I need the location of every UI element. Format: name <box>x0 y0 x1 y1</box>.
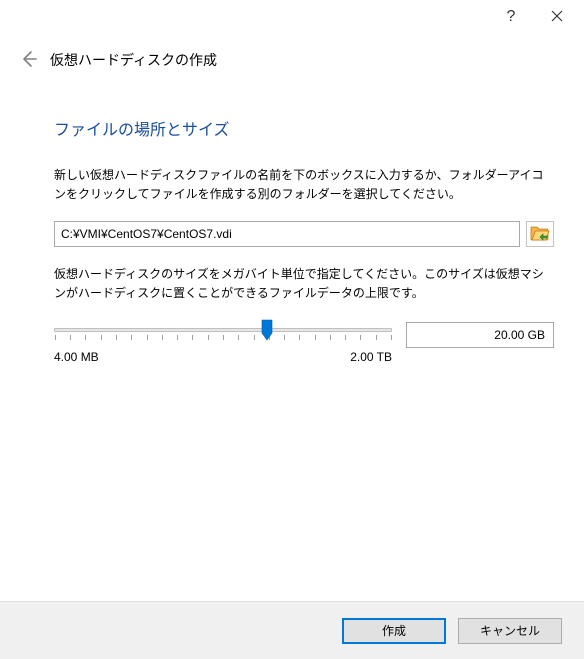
size-slider[interactable]: 4.00 MB 2.00 TB <box>54 320 392 364</box>
file-location-description: 新しい仮想ハードディスクファイルの名前を下のボックスに入力するか、フォルダーアイ… <box>54 166 554 203</box>
slider-thumb[interactable] <box>261 319 273 341</box>
titlebar: ? <box>0 0 584 40</box>
slider-min-label: 4.00 MB <box>54 350 99 364</box>
section-title: ファイルの場所とサイズ <box>54 116 554 140</box>
back-arrow-icon <box>19 50 37 71</box>
page-title: 仮想ハードディスクの作成 <box>50 50 217 70</box>
size-slider-row: 4.00 MB 2.00 TB 20.00 GB <box>54 320 554 364</box>
cancel-button[interactable]: キャンセル <box>458 618 562 644</box>
close-icon <box>551 10 563 25</box>
slider-ticks <box>55 335 391 343</box>
folder-icon <box>530 224 550 245</box>
size-description: 仮想ハードディスクのサイズをメガバイト単位で指定してください。このサイズは仮想マ… <box>54 265 554 302</box>
help-button[interactable]: ? <box>488 1 534 33</box>
file-path-input[interactable] <box>54 221 520 247</box>
header-row: 仮想ハードディスクの作成 <box>0 40 584 90</box>
size-value-field[interactable]: 20.00 GB <box>406 322 554 348</box>
help-icon: ? <box>507 8 516 26</box>
slider-labels: 4.00 MB 2.00 TB <box>54 350 392 364</box>
file-path-row <box>54 221 554 247</box>
content-area: ファイルの場所とサイズ 新しい仮想ハードディスクファイルの名前を下のボックスに入… <box>0 90 584 364</box>
footer: 作成 キャンセル <box>0 601 584 659</box>
close-button[interactable] <box>534 1 580 33</box>
create-button[interactable]: 作成 <box>342 618 446 644</box>
browse-folder-button[interactable] <box>526 221 554 247</box>
back-button[interactable] <box>16 48 40 72</box>
slider-max-label: 2.00 TB <box>350 350 392 364</box>
slider-track <box>54 328 392 332</box>
